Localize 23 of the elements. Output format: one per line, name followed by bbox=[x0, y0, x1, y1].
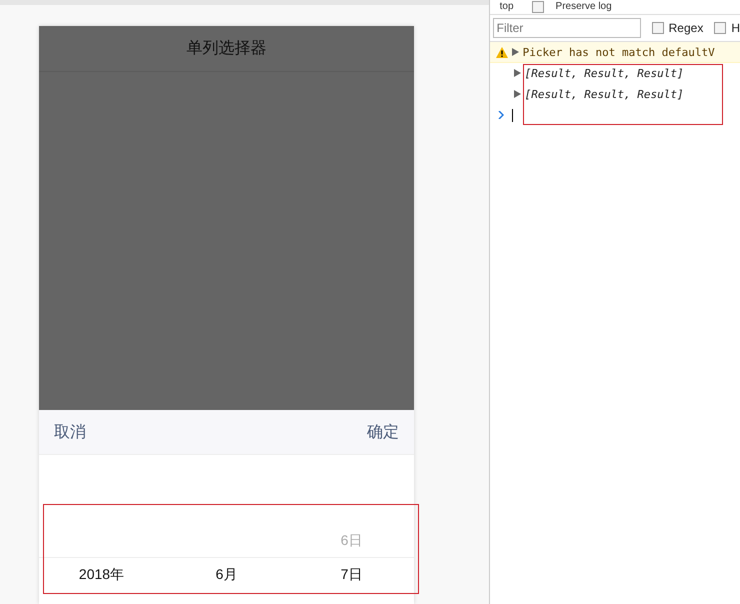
filter-field[interactable]: Filter bbox=[492, 18, 641, 38]
expand-triangle-icon[interactable] bbox=[514, 69, 521, 77]
picker-option[interactable]: 6月 bbox=[216, 558, 238, 592]
checkbox[interactable] bbox=[652, 22, 664, 34]
expand-triangle-icon[interactable] bbox=[512, 48, 519, 56]
checkbox-label: Regex bbox=[668, 21, 704, 35]
picker-option[interactable]: 7日 bbox=[340, 558, 362, 592]
console-message: [Result, Result, Result] bbox=[524, 66, 684, 80]
confirm-button[interactable]: 确定 bbox=[367, 422, 399, 442]
checkbox[interactable] bbox=[714, 22, 726, 34]
picker-option[interactable]: 2018年 bbox=[78, 558, 124, 592]
warning-icon bbox=[496, 46, 508, 58]
checkbox-label: Preserve log bbox=[556, 1, 612, 13]
console-message: [Result, Result, Result] bbox=[524, 88, 684, 100]
console-message: Picker has not match defaultV bbox=[522, 46, 715, 58]
text-cursor bbox=[512, 108, 513, 122]
context-label[interactable]: top bbox=[500, 1, 514, 13]
page-title: 单列选择器 bbox=[39, 26, 414, 72]
checkbox-label: H bbox=[731, 21, 740, 35]
cancel-button[interactable]: 取消 bbox=[54, 422, 86, 442]
expand-triangle-icon[interactable] bbox=[514, 90, 521, 98]
prompt-chevron-icon bbox=[498, 111, 504, 119]
checkbox[interactable] bbox=[532, 1, 544, 13]
